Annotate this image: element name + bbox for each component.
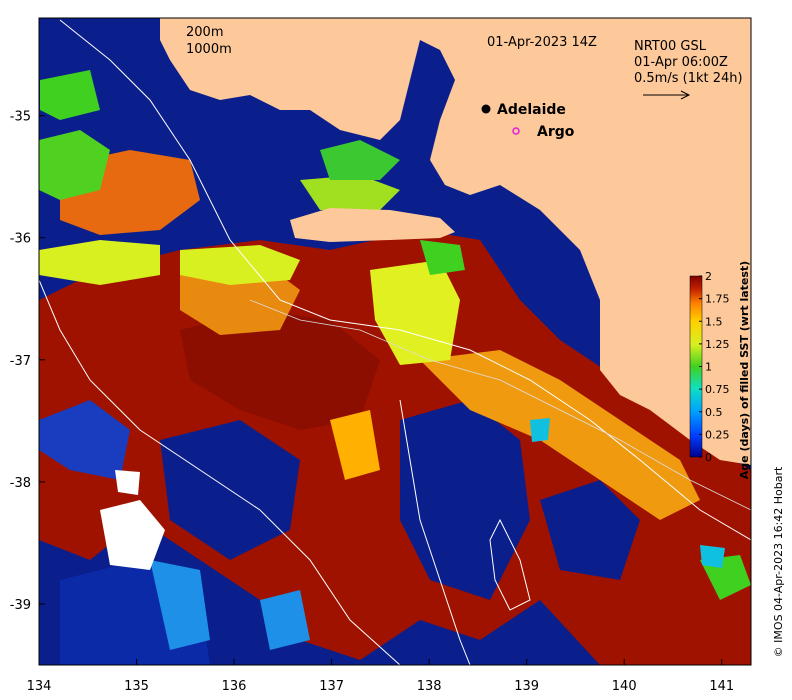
colorbar-tick-label: 0.25 <box>705 428 730 441</box>
x-tick-label: 138 <box>417 679 442 694</box>
y-tick-label: -35 <box>10 110 31 125</box>
current-time-label: 01-Apr 06:00Z <box>634 55 728 70</box>
no-data-patch <box>115 470 140 495</box>
argo-label: Argo <box>537 124 575 140</box>
sst-age-map: 200m 1000m 01-Apr-2023 14Z NRT00 GSL 01-… <box>10 17 785 694</box>
colorbar-tick-label: 2 <box>705 270 712 283</box>
x-tick-label: 137 <box>319 679 344 694</box>
y-tick-label: -38 <box>10 476 31 491</box>
cyan-patch <box>700 545 725 568</box>
credit-text: © IMOS 04-Apr-2023 16:42 Hobart <box>772 466 785 657</box>
colorbar-tick-label: 1 <box>705 361 712 374</box>
x-tick-label: 134 <box>27 679 52 694</box>
contour-label-1000m: 1000m <box>186 42 232 57</box>
x-tick-label: 141 <box>709 679 734 694</box>
map-datetime: 01-Apr-2023 14Z <box>487 35 597 50</box>
y-tick-label: -37 <box>10 354 31 369</box>
colorbar-tick-label: 1.75 <box>705 293 730 306</box>
y-tick-label: -39 <box>10 598 31 613</box>
x-tick-label: 135 <box>124 679 149 694</box>
product-label: NRT00 GSL <box>634 39 707 54</box>
adelaide-marker-icon <box>481 104 491 114</box>
x-tick-label: 136 <box>222 679 247 694</box>
cyan-patch <box>530 418 550 442</box>
colorbar-tick-label: 0.75 <box>705 383 730 396</box>
x-tick-label: 140 <box>612 679 637 694</box>
x-tick-label: 139 <box>514 679 539 694</box>
vector-scale-label: 0.5m/s (1kt 24h) <box>634 71 743 86</box>
adelaide-label: Adelaide <box>497 102 566 118</box>
map-plot-area <box>39 18 751 665</box>
colorbar-tick-label: 0 <box>705 451 712 464</box>
colorbar-tick-label: 1.25 <box>705 338 730 351</box>
colorbar-tick-label: 1.5 <box>705 315 723 328</box>
colorbar-title: Age (days) of filled SST (wrt latest) <box>738 261 751 479</box>
contour-label-200m: 200m <box>186 25 223 40</box>
colorbar-tick-label: 0.5 <box>705 406 723 419</box>
y-tick-label: -36 <box>10 232 31 247</box>
